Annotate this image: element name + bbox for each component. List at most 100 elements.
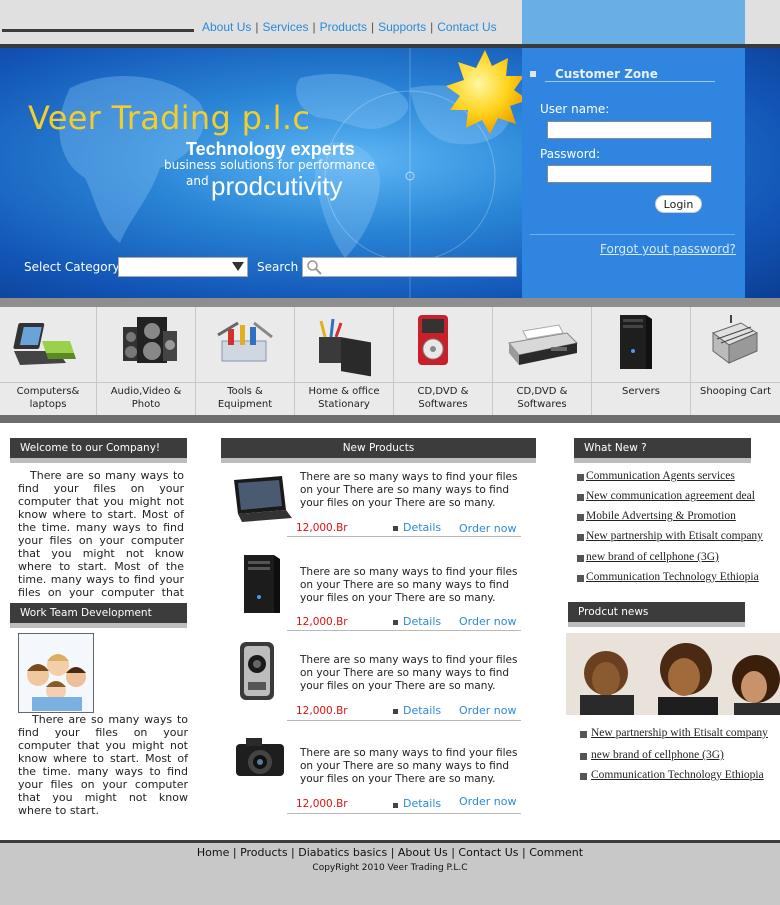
whats-new-link[interactable]: Communication Agents services [586,470,735,482]
customer-zone-top [522,0,745,47]
category-image [295,307,393,383]
category-cd-dvd-2[interactable]: CD,DVD & Softwares [493,307,592,415]
details-bullet [393,709,398,714]
product-news-link[interactable]: new brand of cellphone (3G) [591,749,724,761]
product-news-link[interactable]: Communication Technology Ethiopia [591,769,764,781]
product-divider [287,630,521,631]
tagline-and: and [186,174,209,188]
customer-zone-bullet [530,71,536,77]
whats-new-header-underline [574,458,751,463]
whats-new-link[interactable]: new brand of cellphone (3G) [586,551,719,563]
category-label: Servers [592,385,690,398]
product-price: 12,000.Br [296,798,348,810]
tablet-icon [234,476,292,522]
product-order-link[interactable]: Order now [459,615,516,628]
category-label-line1: Computers& [16,386,80,397]
nav-separator: | [370,20,375,34]
product-details-link[interactable]: Details [403,797,441,810]
server-icon [620,315,652,369]
product-divider [287,536,521,537]
category-label-line1: Servers [621,386,660,397]
category-servers[interactable]: Servers [592,307,691,415]
whats-new-link[interactable]: New partnership with Etisalt company [586,530,763,542]
category-label-line2: Softwares [418,399,468,410]
media-player-icon [418,315,448,365]
nav-products[interactable]: Products [320,20,367,34]
footer-link-comment[interactable]: Comment [529,846,583,859]
category-label-line1: CD,DVD & [417,386,469,397]
category-label-line2: Softwares [517,399,567,410]
category-label: CD,DVD & Softwares [493,385,591,411]
customer-zone-underline [545,81,715,82]
category-select[interactable] [118,257,248,277]
username-field[interactable] [547,121,712,139]
product-price: 12,000.Br [296,705,348,717]
category-image [592,307,690,383]
footer-link-home[interactable]: Home [197,846,229,859]
category-image [97,307,195,383]
category-computers[interactable]: Computers& laptops [0,307,97,415]
sun-icon [446,50,528,134]
work-team-header: Work Team Development [10,603,187,623]
top-nav: About Us | Services | Products | Supports | Cont… [202,20,497,34]
nav-contact-us[interactable]: Contact Us [437,20,496,34]
product-details-link[interactable]: Details [403,615,441,628]
footer-link-contact[interactable]: Contact Us [458,846,518,859]
nav-services[interactable]: Services [262,20,308,34]
category-image [196,307,294,383]
footer-link-diabatics[interactable]: Diabatics basics [298,846,387,859]
search-input[interactable] [302,257,517,277]
welcome-header: Welcome to our Company! [10,438,187,458]
product-order-link[interactable]: Order now [459,704,516,717]
category-shopping-cart[interactable]: Shooping Cart [691,307,780,415]
nav-supports[interactable]: Supports [378,20,426,34]
product-details-link[interactable]: Details [403,704,441,717]
tagline-title: Technology experts [186,139,355,159]
login-button[interactable]: Login [655,195,702,213]
whats-new-link[interactable]: New communication agreement deal [586,490,755,502]
category-label-line2: Stationary [318,399,370,410]
news-bullet [577,494,584,501]
category-home-office[interactable]: Home & office Stationary [295,307,394,415]
product-description: There are so many ways to find your file… [300,471,518,509]
category-label-line2: laptops [29,399,67,410]
details-bullet [393,620,398,625]
category-cd-dvd-1[interactable]: CD,DVD & Softwares [394,307,493,415]
copyright: CopyRight 2010 Veer Trading P.L.C [312,863,468,873]
forgot-password-link[interactable]: Forgot yout password? [600,242,736,256]
whats-new-link[interactable]: Communication Technology Ethiopia [586,571,759,583]
news-bullet [580,731,587,738]
news-bullet [577,534,584,541]
category-tools[interactable]: Tools & Equipment [196,307,295,415]
business-team-photo [566,633,780,715]
password-label: Password: [540,147,601,161]
category-label: Tools & Equipment [196,385,294,411]
camera-icon [236,738,284,776]
news-bullet [577,575,584,582]
toolbox-icon [217,321,273,362]
nav-about-us[interactable]: About Us [202,20,251,34]
footer-link-about[interactable]: About Us [398,846,448,859]
category-label: Computers& laptops [0,385,96,411]
select-category-label: Select Category [24,260,120,274]
category-label: CD,DVD & Softwares [394,385,492,411]
product-order-link[interactable]: Order now [459,522,516,535]
product-price: 12,000.Br [296,522,348,534]
news-bullet [577,474,584,481]
site-logo: Veer Trading p.l.c [28,99,311,137]
news-bullet [580,773,587,780]
product-details-link[interactable]: Details [403,521,441,534]
category-audio-video[interactable]: Audio,Video & Photo [97,307,196,415]
product-order-link[interactable]: Order now [459,795,516,808]
product-divider [287,720,521,721]
category-bottom-border [0,415,780,423]
printer-icon [508,324,579,365]
product-news-link[interactable]: New partnership with Etisalt company [591,727,768,739]
category-label: Shooping Cart [691,385,780,398]
top-divider-line [2,29,194,32]
password-field[interactable] [547,165,712,183]
whats-new-link[interactable]: Mobile Advertsing & Promotion [586,510,736,522]
chevron-down-icon[interactable] [232,262,244,271]
footer-link-products[interactable]: Products [240,846,288,859]
category-top-border [0,298,780,307]
